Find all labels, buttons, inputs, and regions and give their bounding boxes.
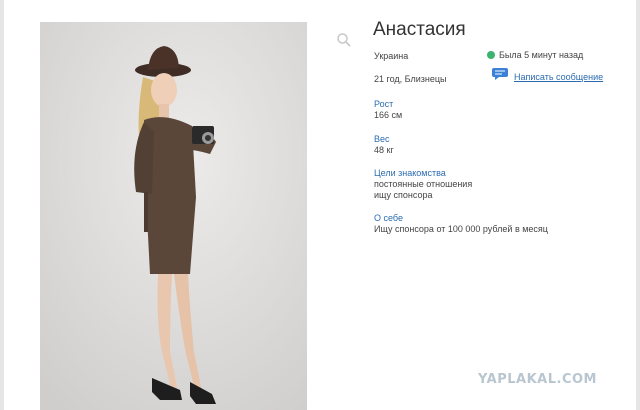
height-value: 166 см [374, 110, 403, 120]
weight-label: Вес [374, 134, 390, 144]
goals-label: Цели знакомства [374, 168, 446, 178]
speech-bubble-icon [491, 67, 509, 86]
profile-photo-image [40, 22, 307, 410]
right-border [636, 0, 640, 410]
goals-line-1: постоянные отношения [374, 179, 473, 189]
goals-line-2: ищу спонсора [374, 190, 433, 200]
about-label: О себе [374, 213, 403, 223]
age-zodiac: 21 год, Близнецы [374, 74, 447, 84]
write-message-link[interactable]: Написать сообщение [491, 67, 603, 86]
country: Украина [374, 51, 409, 61]
profile-name: Анастасия [373, 19, 466, 40]
about-text: Ищу спонсора от 100 000 рублей в месяц [374, 224, 548, 234]
watermark: YAPLAKAL.COM [478, 372, 597, 387]
weight-value: 48 кг [374, 145, 394, 155]
status-text: Была 5 минут назад [499, 50, 584, 60]
online-status: Была 5 минут назад [487, 50, 583, 60]
left-border [0, 0, 4, 410]
height-label: Рост [374, 99, 394, 109]
profile-photo[interactable] [40, 22, 307, 410]
profile-page: Анастасия Украина Была 5 минут назад 21 … [0, 0, 640, 410]
magnifier-icon[interactable] [336, 32, 352, 48]
write-message-text[interactable]: Написать сообщение [514, 72, 603, 82]
online-dot-icon [487, 51, 495, 59]
